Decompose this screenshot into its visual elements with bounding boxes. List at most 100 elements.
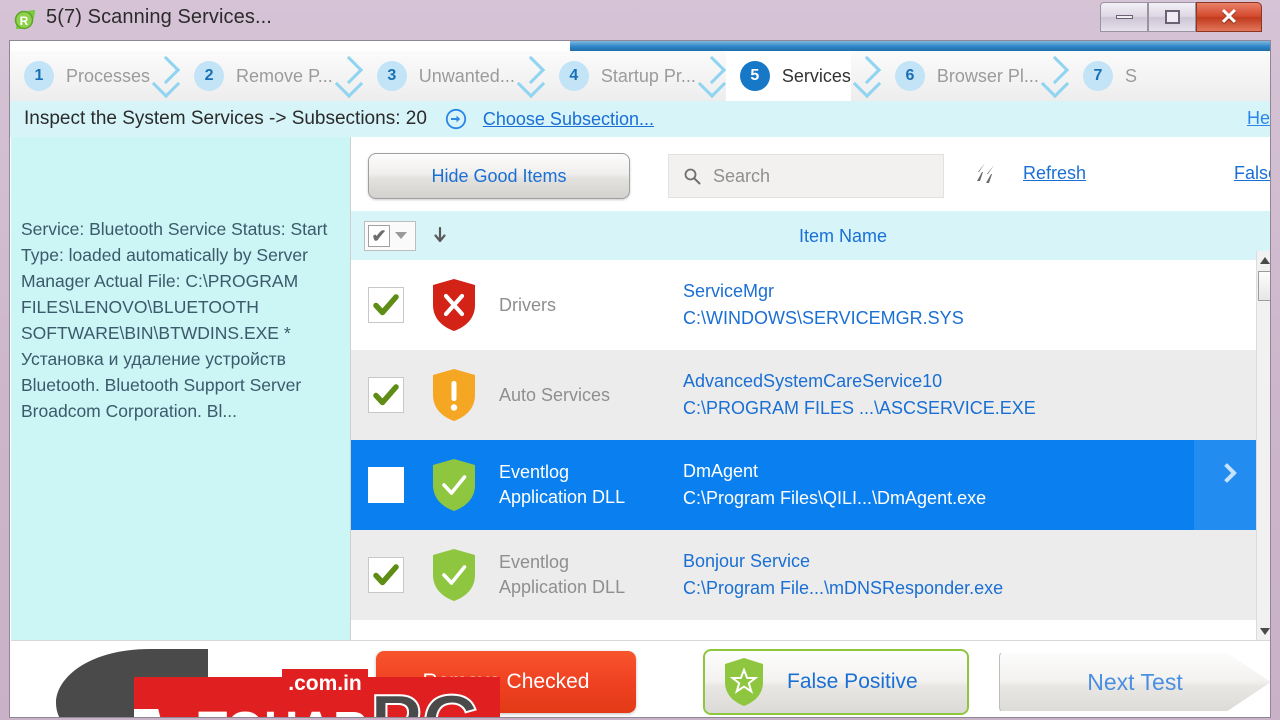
chevron-right-icon [1217,463,1237,483]
remove-checked-button[interactable]: Remove Checked [376,651,636,713]
row-path: C:\Program File...\mDNSResponder.exe [683,578,1004,598]
row-checkbox[interactable] [368,557,404,593]
false-positives-link[interactable]: False Po [1234,163,1270,184]
shield-star-icon [723,657,765,707]
maximize-icon [1164,10,1180,24]
row-path: C:\Program Files\QILI...\DmAgent.exe [683,488,987,508]
search-icon [683,167,701,185]
step-tab-number: 7 [1082,61,1113,91]
step-tab-number: 1 [24,61,54,91]
row-category: Drivers [499,293,675,318]
progress-strip [570,41,1270,51]
subsection-text: Inspect the System Services -> Subsectio… [24,108,427,129]
search-input[interactable]: Search [668,154,944,198]
row-item-name: ServiceMgr C:\WINDOWS\SERVICEMGR.SYS [683,278,1256,332]
row-category: Eventlog Application DLL [499,550,675,600]
row-category-line2: Application DLL [499,487,626,507]
select-all-checkbox[interactable]: ✔ [364,220,416,251]
row-name: DmAgent [683,461,759,481]
scrollbar-thumb[interactable] [1258,271,1270,301]
refresh-icon[interactable] [973,159,1003,189]
table-row[interactable]: Auto Services AdvancedSystemCareService10… [351,350,1256,440]
false-positive-button[interactable]: False Positive [703,649,969,715]
row-checkbox[interactable] [368,377,404,413]
shield-exclamation-icon [431,368,477,422]
search-placeholder: Search [713,165,771,186]
arrow-down-icon[interactable] [432,226,448,246]
shield-check-icon [431,548,477,602]
row-category-line1: Eventlog [499,462,570,482]
scroll-up-button[interactable] [1257,251,1270,269]
row-category-line1: Auto Services [499,384,611,405]
choose-subsection-link[interactable]: Choose Subsection... [483,109,654,130]
circle-arrow-right-icon[interactable] [445,108,467,130]
step-tab-5[interactable]: 5 Services [725,51,851,101]
checkbox-box: ✔ [368,224,390,247]
svg-text:R: R [20,14,29,28]
step-tab-label: Services [781,65,851,86]
leaf-r-icon: R [12,7,38,33]
step-tab-4[interactable]: 4 Startup Pr... [545,51,696,101]
help-link[interactable]: Help [1247,108,1270,129]
row-path: C:\WINDOWS\SERVICEMGR.SYS [683,308,964,328]
service-info-text: Service: Bluetooth Service Status: Start… [21,219,332,421]
hide-good-items-button[interactable]: Hide Good Items [368,153,630,199]
shield-check-icon [431,458,477,512]
row-name: Bonjour Service [683,551,811,571]
window-title: 5(7) Scanning Services... [46,6,272,28]
column-header-item-name[interactable]: Item Name [799,226,887,247]
step-tab-label: S [1124,65,1137,86]
chevron-right-icon [333,51,363,101]
maximize-button[interactable] [1148,2,1196,32]
row-path: C:\PROGRAM FILES ...\ASCSERVICE.EXE [683,398,1036,418]
step-tab-label: Startup Pr... [600,65,696,86]
subsection-bar: Inspect the System Services -> Subsectio… [10,101,1270,137]
minimize-button[interactable] [1100,2,1148,32]
title-bar: R 5(7) Scanning Services... ✕ [0,0,1280,40]
next-test-button[interactable]: Next Test [999,652,1270,712]
row-checkbox[interactable] [368,287,404,323]
scroll-down-button[interactable] [1257,622,1270,640]
chevron-down-icon[interactable] [395,232,407,239]
row-expand-button[interactable] [1194,440,1256,530]
shield-x-icon [431,278,477,332]
application-window: R 5(7) Scanning Services... ✕ 1 Processes… [0,0,1280,720]
info-panel: Service: Bluetooth Service Status: Start… [11,137,351,717]
table-header: ✔ Item Name [351,211,1270,260]
row-name: AdvancedSystemCareService10 [683,371,943,391]
false-positive-label: False Positive [787,670,918,693]
step-tab-6[interactable]: 6 Browser Pl... [881,51,1039,101]
chevron-right-icon [851,51,881,101]
step-tab-label: Browser Pl... [936,65,1039,86]
table-scrollbar[interactable] [1256,251,1270,640]
step-tab-number: 5 [739,61,770,91]
row-checkbox[interactable] [368,467,404,503]
table-row[interactable]: Eventlog Application DLL Bonjour Service C:… [351,530,1256,620]
step-tab-number: 4 [558,61,589,91]
step-tab-7[interactable]: 7S [1069,51,1137,101]
row-item-name: AdvancedSystemCareService10 C:\PROGRAM FI… [683,368,1256,422]
step-tab-2[interactable]: 2 Remove P... [180,51,333,101]
refresh-link[interactable]: Refresh [1023,163,1086,184]
step-tab-number: 6 [894,61,925,91]
chevron-right-icon [150,51,180,101]
step-tab-label: Remove P... [236,65,333,86]
step-tab-number: 2 [194,61,225,91]
close-button[interactable]: ✕ [1196,2,1262,32]
chevron-right-icon [696,51,726,101]
client-area: 1 Processes 2 Remove P... 3 Unwanted... 4 Start… [9,40,1271,718]
minimize-icon [1115,15,1133,19]
row-name: ServiceMgr [683,281,775,301]
step-tab-1[interactable]: 1 Processes [10,51,150,101]
chevron-right-icon [1039,51,1069,101]
step-tab-label: Unwanted... [418,65,515,86]
step-tab-label: Processes [66,65,151,86]
row-category-line1: Drivers [499,294,556,315]
row-item-name: Bonjour Service C:\Program File...\mDNSRe… [683,548,1256,602]
close-icon: ✕ [1219,4,1239,29]
table-row[interactable]: Eventlog Application DLL DmAgent C:\Program… [351,440,1256,530]
row-category: Auto Services [499,383,675,408]
row-category: Eventlog Application DLL [499,460,675,510]
step-tab-3[interactable]: 3 Unwanted... [363,51,515,101]
table-row[interactable]: Drivers ServiceMgr C:\WINDOWS\SERVICEMGR.S… [351,260,1256,350]
